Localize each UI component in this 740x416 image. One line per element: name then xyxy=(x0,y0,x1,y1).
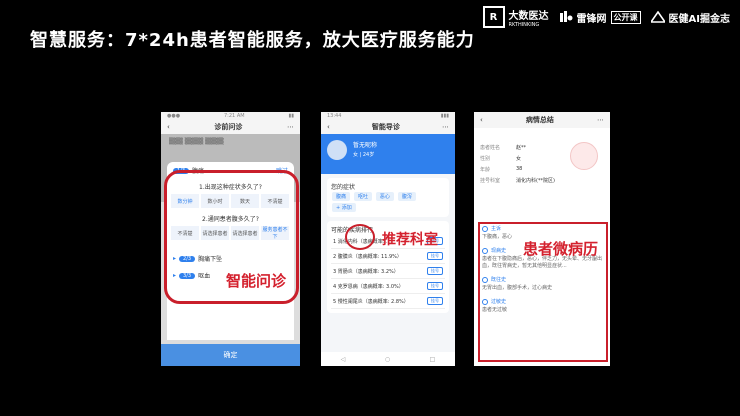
rkthinking-logo: R 大数医达 RKTHINKING xyxy=(482,6,549,28)
nav-bar: ‹ 诊前问诊 ⋯ xyxy=(161,120,300,134)
recent-icon[interactable]: □ xyxy=(430,356,436,363)
more-icon[interactable]: ⋯ xyxy=(597,116,604,124)
back-icon[interactable]: ‹ xyxy=(327,123,330,131)
info-row: 挂号科室 消化内科(**院区) xyxy=(474,175,610,186)
leifeng-badge: 公开课 xyxy=(610,10,641,24)
user-header: 暂无昵称 女 | 24岁 xyxy=(321,134,455,174)
more-icon[interactable]: ⋯ xyxy=(287,123,294,131)
confirm-button[interactable]: 确定 xyxy=(161,344,300,366)
highlight-circle xyxy=(345,224,375,250)
more-icon[interactable]: ⋯ xyxy=(442,123,449,131)
dept-row: 2 腹膜炎（患病概率: 11.9%） 挂号 xyxy=(331,249,445,264)
home-icon[interactable]: ○ xyxy=(385,356,390,363)
nav-bar: ‹ 病情总结 ⋯ xyxy=(474,112,610,128)
dept-row: 5 慢性阑尾炎（患病概率: 2.8%） 挂号 xyxy=(331,294,445,309)
symptom-chip[interactable]: 呕吐 xyxy=(353,192,372,201)
yijian-logo: 医健AI掘金志 xyxy=(650,10,730,25)
nav-title: 诊前问诊 xyxy=(214,123,243,131)
back-icon[interactable]: ‹ xyxy=(480,116,483,124)
tab-bar: ◁ ○ □ xyxy=(321,352,455,366)
mountain-icon xyxy=(650,11,665,23)
logo-bar: R 大数医达 RKTHINKING 雷锋网 公开课 医健AI掘金志 xyxy=(482,6,730,28)
register-button[interactable]: 挂号 xyxy=(427,297,443,305)
symptom-chip[interactable]: 腹泻 xyxy=(397,192,416,201)
status-bar: ●●● 7:21 AM ▮▮ xyxy=(161,112,300,120)
info-value: 38 xyxy=(516,166,523,172)
dept-row: 4 克罗恩病（患病概率: 3.0%） 挂号 xyxy=(331,279,445,294)
leifeng-name: 雷锋网 xyxy=(576,13,607,25)
add-symptom-button[interactable]: + 添加 xyxy=(332,203,356,212)
rk-name: 大数医达 xyxy=(508,10,549,22)
info-value: 赵** xyxy=(516,145,527,151)
leifeng-icon xyxy=(559,11,573,22)
register-button[interactable]: 挂号 xyxy=(427,267,443,275)
info-key: 患者姓名 xyxy=(480,145,501,151)
yijian-name: 医健AI掘金志 xyxy=(668,13,730,25)
info-key: 性别 xyxy=(480,156,491,162)
rk-mark: R xyxy=(482,6,505,28)
overlay-label-department: 推荐科室 xyxy=(382,232,438,248)
back-nav-icon[interactable]: ◁ xyxy=(341,356,346,363)
nav-title: 智能导诊 xyxy=(371,123,400,131)
overlay-label-record: 患者微病历 xyxy=(523,240,599,258)
dept-name: 3 胃肠炎（患病概率: 3.2%） xyxy=(333,268,399,275)
dept-name: 5 慢性阑尾炎（患病概率: 2.8%） xyxy=(333,298,409,305)
doctor-avatar xyxy=(570,142,598,170)
dept-name: 2 腹膜炎（患病概率: 11.9%） xyxy=(333,253,402,260)
symptom-chip[interactable]: 恶心 xyxy=(375,192,394,201)
user-name: 暂无昵称 xyxy=(353,142,378,149)
symptom-card: 您的症状 腹痛 呕吐 恶心 腹泻 + 添加 xyxy=(327,178,449,217)
register-button[interactable]: 挂号 xyxy=(427,252,443,260)
info-value: 女 xyxy=(516,156,522,162)
leifeng-logo: 雷锋网 公开课 xyxy=(559,10,641,25)
slide-title: 智慧服务：7*24h患者智能服务，放大医疗服务能力 xyxy=(30,30,475,51)
symptom-title: 您的症状 xyxy=(331,184,356,191)
avatar xyxy=(327,140,347,160)
status-bar: 13:44 ▮▮▮ xyxy=(321,112,455,120)
user-tag: 女 | 24岁 xyxy=(353,152,375,158)
overlay-label-consultation: 智能问诊 xyxy=(226,272,287,290)
dept-row: 3 胃肠炎（患病概率: 3.2%） 挂号 xyxy=(331,264,445,279)
info-value: 消化内科(**院区) xyxy=(516,178,555,184)
nav-title: 病情总结 xyxy=(525,116,554,124)
dept-name: 4 克罗恩病（患病概率: 3.0%） xyxy=(333,283,404,290)
symptom-chip[interactable]: 腹痛 xyxy=(332,192,351,201)
back-icon[interactable]: ‹ xyxy=(167,123,170,131)
nav-bar: ‹ 智能导诊 ⋯ xyxy=(321,120,455,134)
info-key: 挂号科室 xyxy=(480,178,501,184)
info-key: 年龄 xyxy=(480,167,491,173)
register-button[interactable]: 挂号 xyxy=(427,282,443,290)
rk-sub: RKTHINKING xyxy=(508,21,540,28)
